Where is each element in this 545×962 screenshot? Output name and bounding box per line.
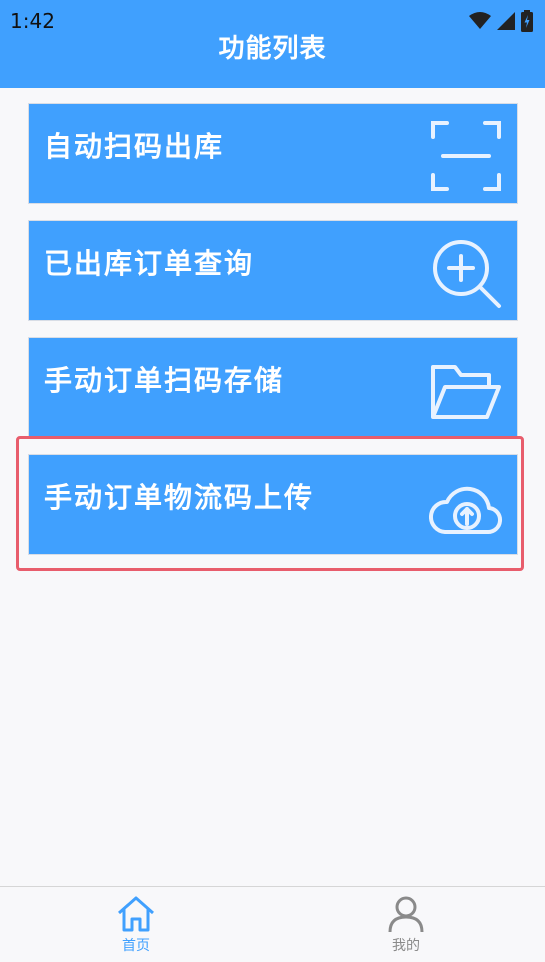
- menu-item-manual-order-logistics-upload[interactable]: 手动订单物流码上传: [28, 454, 518, 555]
- cloud-upload-icon: [429, 470, 503, 544]
- page-title: 功能列表: [218, 34, 327, 64]
- menu-item-label: 已出库订单查询: [44, 247, 255, 280]
- folder-open-icon: [429, 353, 503, 427]
- menu-item-manual-order-scan-storage[interactable]: 手动订单扫码存储: [28, 337, 518, 438]
- menu-item-label: 手动订单物流码上传: [44, 481, 315, 514]
- tab-label: 首页: [122, 938, 150, 954]
- menu-item-auto-scan-outbound[interactable]: 自动扫码出库: [28, 103, 518, 204]
- bottom-tab-bar: 首页 我的: [0, 886, 545, 962]
- app-screen: 1:42 功能列表 自动扫码出库 已出库订单查询 手动订单扫码存储 手动订单物流…: [0, 0, 545, 962]
- header-bar: 1:42 功能列表: [0, 0, 545, 88]
- zoom-in-search-icon: [429, 236, 503, 310]
- tab-mine[interactable]: 我的: [346, 887, 466, 962]
- tab-home[interactable]: 首页: [76, 887, 196, 962]
- user-icon: [386, 895, 426, 933]
- menu-item-label: 自动扫码出库: [44, 130, 225, 163]
- menu-item-label: 手动订单扫码存储: [44, 364, 285, 397]
- scan-frame-icon: [429, 119, 503, 193]
- home-icon: [116, 895, 156, 933]
- menu-item-outbound-order-query[interactable]: 已出库订单查询: [28, 220, 518, 321]
- tab-label: 我的: [392, 938, 420, 954]
